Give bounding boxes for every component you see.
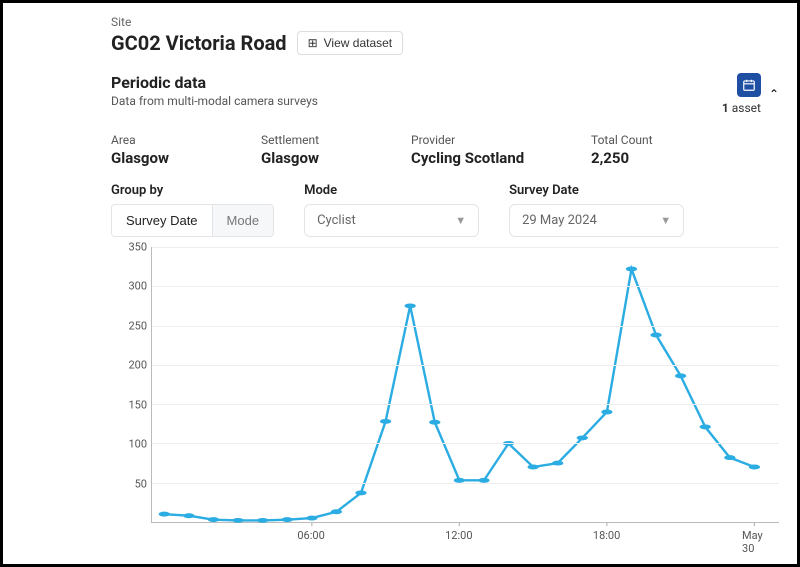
group-by-mode-button[interactable]: Mode xyxy=(213,205,274,236)
survey-date-control: Survey Date 29 May 2024 ▼ xyxy=(509,183,684,237)
section-titles: Periodic data Data from multi-modal came… xyxy=(111,73,318,108)
group-by-label: Group by xyxy=(111,183,274,198)
y-tick-label: 350 xyxy=(128,241,147,254)
periodic-data-section: Periodic data Data from multi-modal came… xyxy=(21,73,779,547)
group-by-control: Group by Survey Date Mode xyxy=(111,183,274,237)
meta-area-value: Glasgow xyxy=(111,149,221,167)
x-tick-label: 12:00 xyxy=(445,529,472,542)
meta-provider-value: Cycling Scotland xyxy=(411,149,551,167)
site-label: Site xyxy=(111,15,779,29)
view-dataset-label: View dataset xyxy=(324,36,393,50)
group-by-survey-date-button[interactable]: Survey Date xyxy=(112,205,213,236)
x-tick-label: 18:00 xyxy=(593,529,620,542)
y-tick-label: 50 xyxy=(135,477,147,490)
mode-dropdown[interactable]: Cyclist ▼ xyxy=(304,204,479,237)
table-icon: ⊞ xyxy=(308,37,318,49)
chart: 50100150200250300350 06:0012:0018:00May … xyxy=(111,247,779,547)
calendar-icon xyxy=(737,73,761,97)
y-tick-label: 300 xyxy=(128,280,147,293)
x-tick-label: May 30 xyxy=(742,529,767,555)
meta-settlement-label: Settlement xyxy=(261,133,371,147)
survey-date-dropdown[interactable]: 29 May 2024 ▼ xyxy=(509,204,684,237)
chart-plot-area xyxy=(151,247,779,523)
meta-settlement: Settlement Glasgow xyxy=(261,133,371,167)
meta-provider: Provider Cycling Scotland xyxy=(411,133,551,167)
meta-settlement-value: Glasgow xyxy=(261,149,371,167)
mode-selected: Cyclist xyxy=(317,213,356,228)
section-subtitle: Data from multi-modal camera surveys xyxy=(111,94,318,108)
chart-svg xyxy=(152,247,779,522)
page-header: Site GC02 Victoria Road ⊞ View dataset xyxy=(21,15,779,55)
chevron-down-icon: ▼ xyxy=(455,214,466,227)
mode-label: Mode xyxy=(304,183,479,198)
meta-total-count-label: Total Count xyxy=(591,133,701,147)
view-dataset-button[interactable]: ⊞ View dataset xyxy=(297,31,404,55)
meta-total-count-value: 2,250 xyxy=(591,149,701,167)
y-tick-label: 250 xyxy=(128,319,147,332)
x-tick-label: 06:00 xyxy=(297,529,324,542)
survey-date-selected: 29 May 2024 xyxy=(522,213,597,228)
meta-total-count: Total Count 2,250 xyxy=(591,133,701,167)
asset-count-label: asset xyxy=(729,101,761,115)
chevron-down-icon: ▼ xyxy=(660,214,671,227)
y-tick-label: 200 xyxy=(128,359,147,372)
meta-provider-label: Provider xyxy=(411,133,551,147)
survey-date-label: Survey Date xyxy=(509,183,684,198)
chart-y-axis: 50100150200250300350 xyxy=(111,247,151,523)
controls-row: Group by Survey Date Mode Mode Cyclist ▼… xyxy=(111,183,779,237)
collapse-chevron-icon[interactable]: ⌃ xyxy=(769,87,779,101)
chart-x-axis: 06:0012:0018:00May 30 xyxy=(151,527,779,547)
meta-row: Area Glasgow Settlement Glasgow Provider… xyxy=(111,133,779,167)
section-title: Periodic data xyxy=(111,73,318,92)
meta-area: Area Glasgow xyxy=(111,133,221,167)
mode-control: Mode Cyclist ▼ xyxy=(304,183,479,237)
group-by-segment: Survey Date Mode xyxy=(111,204,274,237)
asset-count: 1 asset xyxy=(722,101,761,115)
asset-count-num: 1 xyxy=(722,101,729,115)
page-title: GC02 Victoria Road xyxy=(111,31,287,55)
section-header: Periodic data Data from multi-modal came… xyxy=(111,73,779,115)
y-tick-label: 100 xyxy=(128,438,147,451)
y-tick-label: 150 xyxy=(128,398,147,411)
title-row: GC02 Victoria Road ⊞ View dataset xyxy=(111,31,779,55)
asset-block: 1 asset ⌃ xyxy=(722,73,779,115)
meta-area-label: Area xyxy=(111,133,221,147)
